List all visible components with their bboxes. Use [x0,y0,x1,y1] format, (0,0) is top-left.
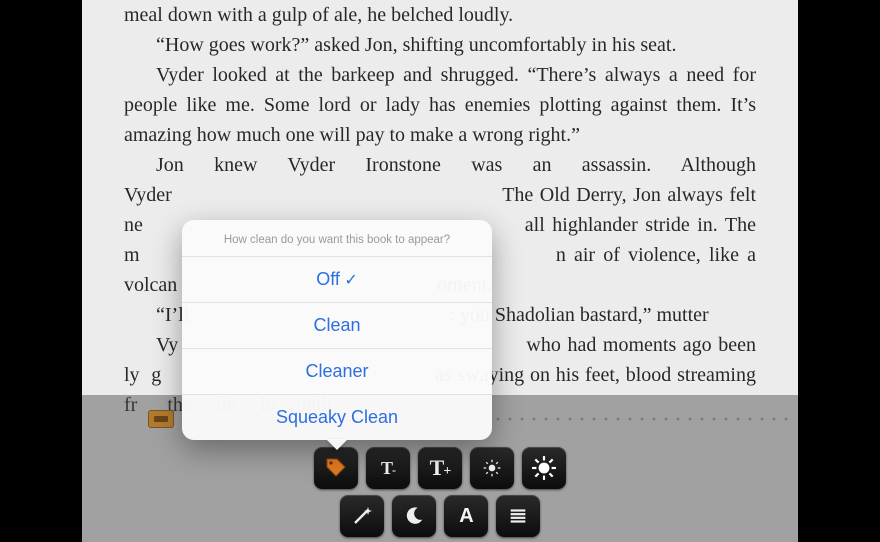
paragraph: meal down with a gulp of ale, he belched… [124,0,756,30]
moon-icon [403,505,425,527]
brightness-up-icon [531,455,557,481]
font-icon: A [459,505,472,528]
popover-title: How clean do you want this book to appea… [182,220,492,256]
popover-option-squeaky-clean[interactable]: Squeaky Clean [182,394,492,440]
popover-option-clean[interactable]: Clean [182,302,492,348]
clean-filter-popover: How clean do you want this book to appea… [182,220,492,440]
text-larger-icon: T+ [430,455,451,481]
brightness-increase-button[interactable] [522,447,566,489]
popover-option-off[interactable]: Off [182,256,492,302]
magic-wand-icon [350,504,374,528]
text-size-decrease-button[interactable]: T- [366,447,410,489]
line-spacing-button[interactable] [496,495,540,537]
popover-option-cleaner[interactable]: Cleaner [182,348,492,394]
toolbar-row-1: T- T+ [314,447,566,489]
toolbar-row-2: A [340,495,540,537]
brightness-decrease-button[interactable] [470,447,514,489]
text-smaller-icon: T- [381,458,395,479]
page-position-indicator[interactable] [148,410,174,428]
auto-adjust-button[interactable] [340,495,384,537]
reader-toolbar: T- T+ [314,447,566,537]
text-size-increase-button[interactable]: T+ [418,447,462,489]
lines-icon [507,505,529,527]
brightness-down-icon [482,458,502,478]
tag-icon [324,456,348,480]
paragraph: Vyder looked at the barkeep and shrugged… [124,60,756,150]
night-mode-button[interactable] [392,495,436,537]
font-button[interactable]: A [444,495,488,537]
paragraph: “How goes work?” asked Jon, shifting unc… [124,30,756,60]
clean-filter-button[interactable] [314,447,358,489]
